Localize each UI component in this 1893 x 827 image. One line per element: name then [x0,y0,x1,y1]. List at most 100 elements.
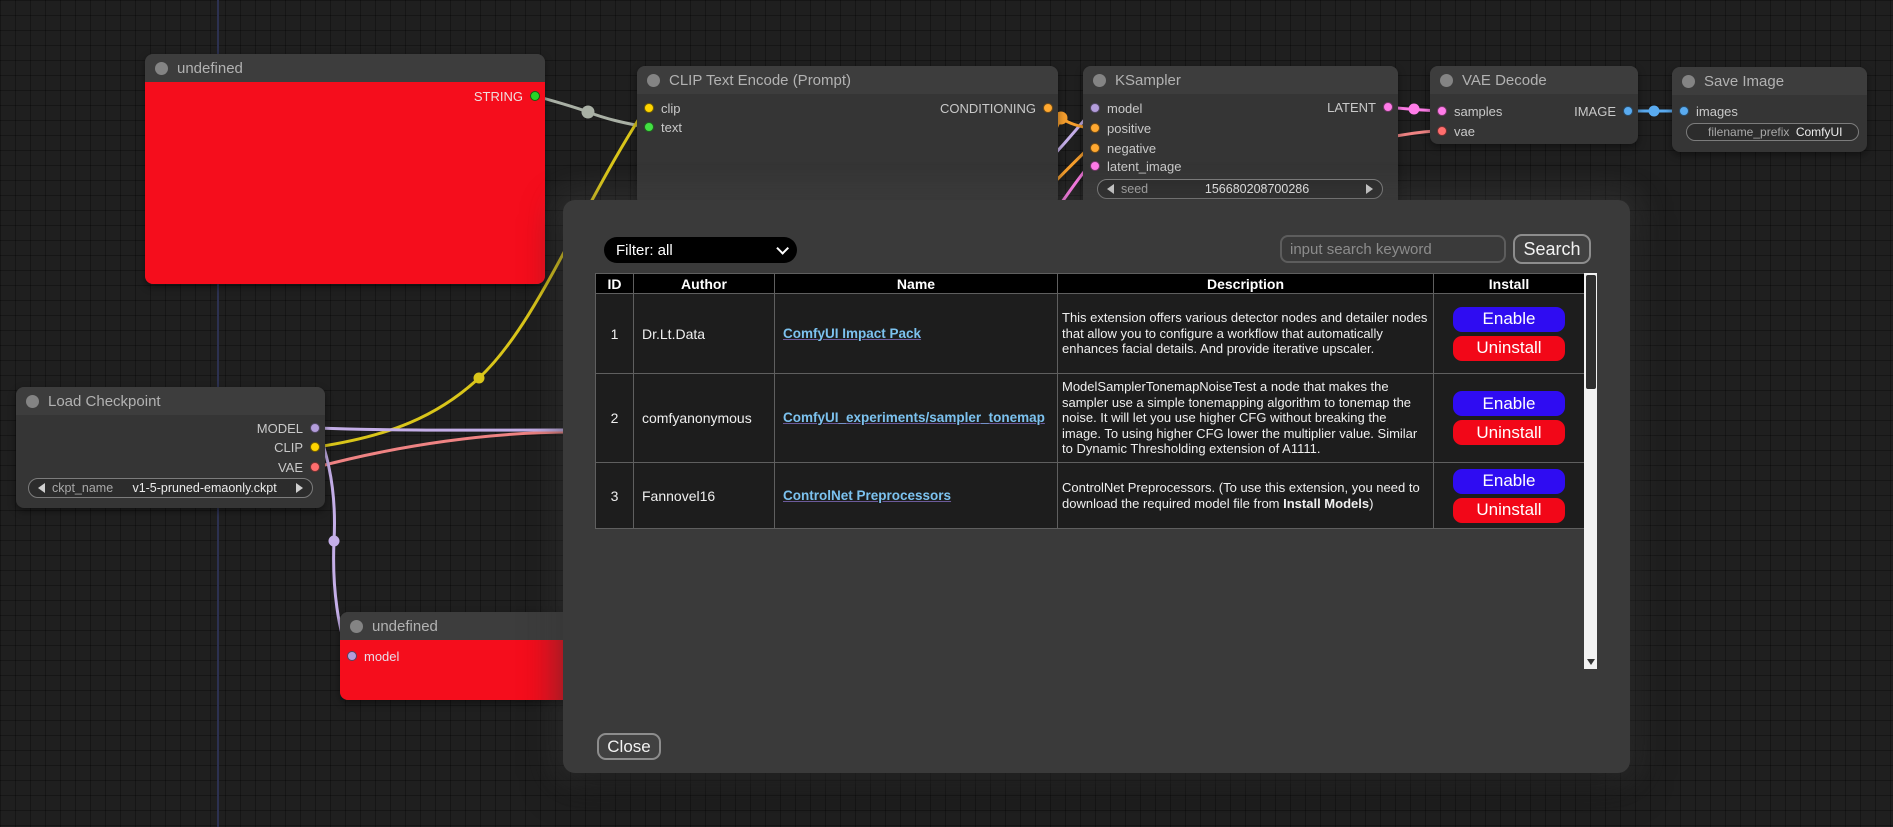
clip-slot-icon[interactable] [644,103,654,113]
text-slot-icon[interactable] [644,122,654,132]
decrement-arrow-icon[interactable] [1107,184,1114,194]
collapse-dot-icon[interactable] [26,395,39,408]
filename-prefix-widget[interactable]: filename_prefix ComfyUI [1686,123,1859,141]
ext-id: 1 [596,294,634,374]
output-slot-model[interactable]: MODEL [257,421,320,435]
node-clip-text-encode[interactable]: CLIP Text Encode (Prompt) clip text COND… [637,66,1058,206]
node-undefined-top[interactable]: undefined STRING [145,54,545,284]
extension-manager-dialog: Filter: all Search ID Author Name Descri… [563,200,1630,773]
ext-id: 3 [596,463,634,529]
increment-arrow-icon[interactable] [296,483,303,493]
increment-arrow-icon[interactable] [1366,184,1373,194]
output-slot-clip[interactable]: CLIP [274,440,320,454]
input-slot-negative[interactable]: negative [1090,141,1156,155]
input-slot-samples[interactable]: samples [1437,104,1502,118]
input-slot-vae[interactable]: vae [1437,124,1475,138]
scrollbar-down-arrow-icon[interactable] [1587,659,1595,665]
input-slot-model[interactable]: model [1090,101,1142,115]
search-input[interactable] [1280,235,1506,263]
vae-slot-icon[interactable] [1437,126,1447,136]
model-slot-icon[interactable] [310,423,320,433]
node-title: VAE Decode [1462,72,1547,89]
ext-author: Fannovel16 [634,463,775,529]
image-slot-icon[interactable] [1623,106,1633,116]
latent-slot-icon[interactable] [1437,106,1447,116]
enable-button[interactable]: Enable [1453,391,1565,416]
node-title: undefined [177,60,243,77]
node-title: CLIP Text Encode (Prompt) [669,72,851,89]
collapse-dot-icon[interactable] [647,74,660,87]
output-slot-conditioning[interactable]: CONDITIONING [940,101,1053,115]
extension-link[interactable]: ComfyUI_experiments/sampler_tonemap [783,410,1045,425]
node-title-bar[interactable]: KSampler [1083,66,1398,94]
input-slot-latent-image[interactable]: latent_image [1090,159,1181,173]
input-slot-images[interactable]: images [1679,104,1738,118]
ext-author: comfyanonymous [634,374,775,463]
node-title: Save Image [1704,73,1784,90]
collapse-dot-icon[interactable] [1093,74,1106,87]
extension-link[interactable]: ComfyUI Impact Pack [783,326,921,341]
table-row: 2 comfyanonymous ComfyUI_experiments/sam… [596,374,1585,463]
table-row: 1 Dr.Lt.Data ComfyUI Impact Pack This ex… [596,294,1585,374]
conditioning-slot-icon[interactable] [1090,143,1100,153]
decrement-arrow-icon[interactable] [38,483,45,493]
node-title: undefined [372,618,438,635]
enable-button[interactable]: Enable [1453,469,1565,494]
table-row: 3 Fannovel16 ControlNet Preprocessors Co… [596,463,1585,529]
seed-widget[interactable]: seed 156680208700286 [1097,179,1383,199]
filter-dropdown[interactable]: Filter: all [604,237,797,263]
node-title-bar[interactable]: Save Image [1672,67,1867,95]
conditioning-slot-icon[interactable] [1043,103,1053,113]
extension-table-area: ID Author Name Description Install 1 Dr.… [595,273,1597,669]
search-button[interactable]: Search [1513,234,1591,264]
image-slot-icon[interactable] [1679,106,1689,116]
string-slot-icon[interactable] [530,91,540,101]
extension-table: ID Author Name Description Install 1 Dr.… [595,273,1585,529]
node-title-bar[interactable]: VAE Decode [1430,66,1638,94]
collapse-dot-icon[interactable] [1440,74,1453,87]
enable-button[interactable]: Enable [1453,307,1565,332]
model-slot-icon[interactable] [347,651,357,661]
conditioning-slot-icon[interactable] [1090,123,1100,133]
node-title-bar[interactable]: undefined [145,54,545,82]
node-title-bar[interactable]: Load Checkpoint [16,387,325,415]
scrollbar-thumb[interactable] [1586,275,1596,389]
node-load-checkpoint[interactable]: Load Checkpoint MODEL CLIP VAE ckpt_name… [16,387,325,508]
latent-slot-icon[interactable] [1383,102,1393,112]
output-slot-image[interactable]: IMAGE [1574,104,1633,118]
ext-id: 2 [596,374,634,463]
collapse-dot-icon[interactable] [1682,75,1695,88]
input-slot-positive[interactable]: positive [1090,121,1151,135]
node-vae-decode[interactable]: VAE Decode samples vae IMAGE [1430,66,1638,144]
chevron-down-icon [776,242,789,255]
node-title: Load Checkpoint [48,393,161,410]
output-slot-vae[interactable]: VAE [278,460,320,474]
clip-slot-icon[interactable] [310,442,320,452]
input-slot-text[interactable]: text [644,120,682,134]
node-body-error [145,82,545,284]
vae-slot-icon[interactable] [310,462,320,472]
ext-description: This extension offers various detector n… [1058,294,1434,374]
model-slot-icon[interactable] [1090,103,1100,113]
input-slot-model[interactable]: model [347,649,399,663]
scrollbar[interactable] [1584,273,1597,669]
ckpt-name-widget[interactable]: ckpt_name v1-5-pruned-emaonly.ckpt [28,478,313,498]
output-slot-latent[interactable]: LATENT [1327,100,1393,114]
output-slot-string[interactable]: STRING [474,89,540,103]
input-slot-clip[interactable]: clip [644,101,681,115]
node-ksampler[interactable]: KSampler model positive negative latent_… [1083,66,1398,211]
collapse-dot-icon[interactable] [350,620,363,633]
uninstall-button[interactable]: Uninstall [1453,336,1565,361]
extension-link[interactable]: ControlNet Preprocessors [783,488,951,503]
collapse-dot-icon[interactable] [155,62,168,75]
uninstall-button[interactable]: Uninstall [1453,498,1565,523]
node-canvas[interactable]: undefined STRING CLIP Text Encode (Promp… [0,0,1893,827]
ext-author: Dr.Lt.Data [634,294,775,374]
node-title: KSampler [1115,72,1181,89]
table-header-row: ID Author Name Description Install [596,274,1585,294]
close-button[interactable]: Close [597,733,661,760]
latent-slot-icon[interactable] [1090,161,1100,171]
node-title-bar[interactable]: CLIP Text Encode (Prompt) [637,66,1058,94]
node-save-image[interactable]: Save Image images filename_prefix ComfyU… [1672,67,1867,152]
uninstall-button[interactable]: Uninstall [1453,420,1565,445]
